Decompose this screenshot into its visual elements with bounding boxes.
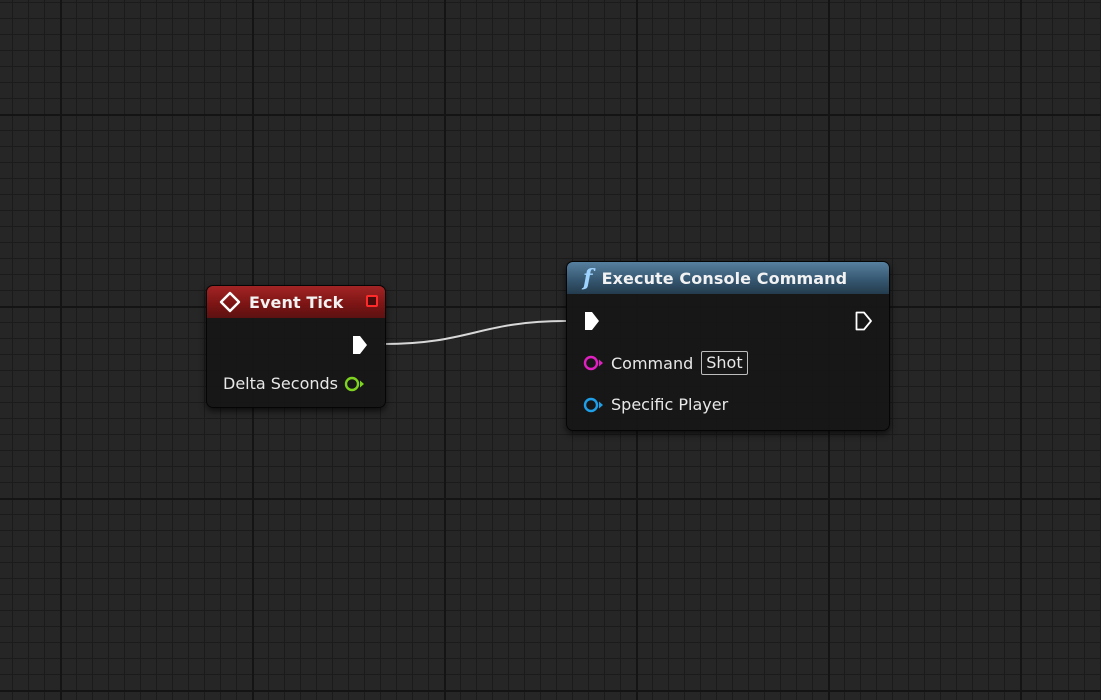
exec-input-pin[interactable] xyxy=(584,311,600,331)
delta-seconds-label: Delta Seconds xyxy=(223,374,338,393)
specific-player-pin[interactable]: Specific Player xyxy=(583,395,728,414)
exec-arrow-icon xyxy=(353,336,367,354)
delta-seconds-pin[interactable]: Delta Seconds xyxy=(223,374,366,393)
event-tick-node[interactable]: Event Tick Delta Seconds xyxy=(206,285,386,408)
float-pin-icon xyxy=(344,376,364,391)
specific-player-label: Specific Player xyxy=(611,395,729,414)
execute-console-command-node[interactable]: f Execute Console Command Command Shot S… xyxy=(566,261,890,431)
command-pin[interactable]: Command Shot xyxy=(583,351,748,375)
event-diamond-icon xyxy=(219,291,241,313)
event-tick-exec-out-pin[interactable] xyxy=(352,335,368,355)
string-pin-icon xyxy=(583,355,603,371)
blueprint-graph-canvas[interactable]: Event Tick Delta Seconds f Execute Conso… xyxy=(0,0,1101,700)
execute-console-command-title: Execute Console Command xyxy=(601,268,848,288)
exec-arrow-icon xyxy=(585,312,599,330)
object-pin-icon xyxy=(583,397,603,412)
event-tick-header[interactable]: Event Tick xyxy=(207,286,385,318)
command-label: Command xyxy=(611,353,694,373)
execute-console-command-header[interactable]: f Execute Console Command xyxy=(567,262,889,294)
exec-wire[interactable] xyxy=(383,320,567,345)
function-icon: f xyxy=(583,265,593,291)
exec-output-pin[interactable] xyxy=(855,311,873,331)
delegate-output-pin[interactable] xyxy=(366,295,378,307)
event-tick-title: Event Tick xyxy=(249,292,344,312)
exec-arrow-outline-icon xyxy=(855,311,872,331)
wire-layer xyxy=(383,320,567,345)
command-value-field[interactable]: Shot xyxy=(701,351,748,375)
